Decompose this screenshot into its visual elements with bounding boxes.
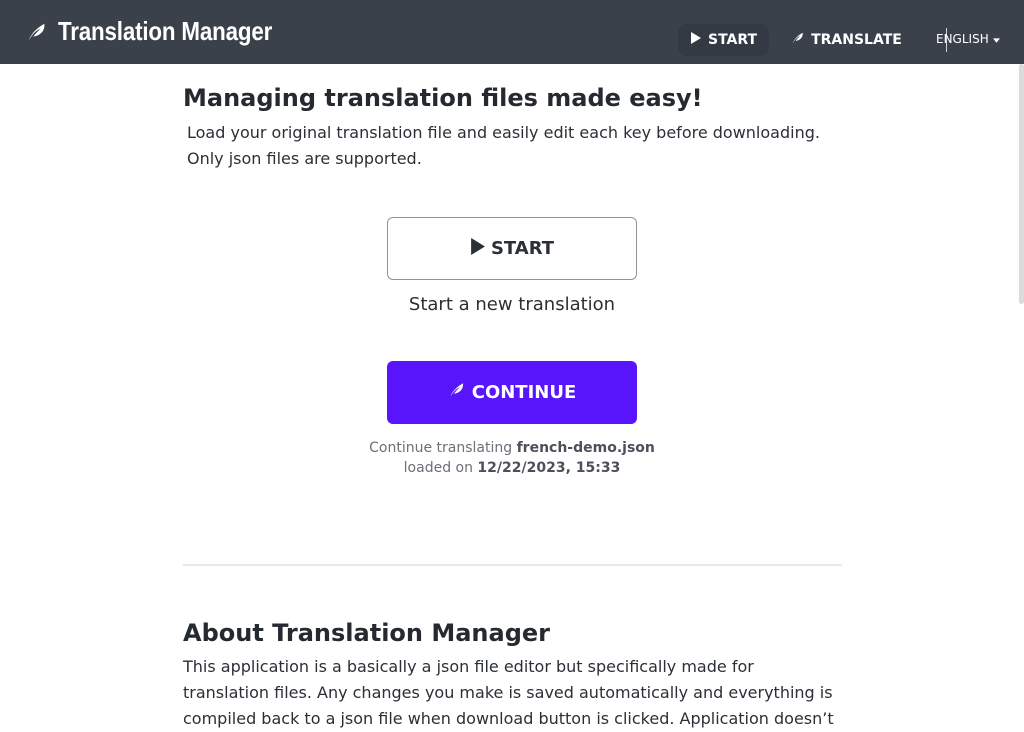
feather-icon bbox=[448, 381, 466, 404]
intro-text: Load your original translation file and … bbox=[187, 120, 827, 172]
play-icon bbox=[470, 237, 485, 260]
start-caption: Start a new translation bbox=[408, 294, 616, 315]
loaded-prefix: loaded on bbox=[403, 460, 478, 476]
language-label: ENGLISH bbox=[936, 32, 989, 46]
intro-line-1: Load your original translation file and … bbox=[187, 123, 820, 142]
loaded-date-line: loaded on 12/22/2023, 15:33 bbox=[337, 458, 687, 478]
main-nav: START TRANSLATE bbox=[678, 24, 947, 56]
page-headline: Managing translation files made easy! bbox=[183, 84, 703, 112]
feather-icon bbox=[791, 31, 805, 49]
feather-icon bbox=[26, 21, 48, 43]
start-button[interactable]: START bbox=[387, 217, 637, 280]
continue-button[interactable]: CONTINUE bbox=[387, 361, 637, 424]
continue-filename: french-demo.json bbox=[516, 440, 655, 456]
nav-translate-label: TRANSLATE bbox=[811, 32, 902, 48]
main-content: Managing translation files made easy! Lo… bbox=[183, 64, 843, 728]
about-title: About Translation Manager bbox=[183, 619, 550, 647]
play-icon bbox=[690, 32, 702, 48]
continue-button-label: CONTINUE bbox=[471, 382, 577, 403]
continue-info: Continue translating french-demo.json lo… bbox=[337, 438, 687, 478]
nav-translate-button[interactable]: TRANSLATE bbox=[779, 24, 914, 56]
intro-line-2: Only json files are supported. bbox=[187, 149, 422, 168]
app-title: Translation Manager bbox=[58, 16, 273, 46]
language-dropdown[interactable]: ENGLISH bbox=[936, 32, 1000, 46]
scrollbar-thumb[interactable] bbox=[1019, 64, 1024, 304]
continue-file-line: Continue translating french-demo.json bbox=[337, 438, 687, 458]
section-divider bbox=[183, 564, 842, 566]
top-navbar: Translation Manager START TRANSLATE ENGL… bbox=[0, 0, 1024, 64]
nav-start-button[interactable]: START bbox=[678, 24, 770, 56]
start-button-label: START bbox=[490, 238, 555, 259]
caret-down-icon bbox=[992, 32, 1000, 46]
about-text: This application is a basically a json f… bbox=[183, 657, 834, 728]
nav-start-label: START bbox=[708, 32, 758, 48]
brand[interactable]: Translation Manager bbox=[26, 16, 307, 47]
loaded-date: 12/22/2023, 15:33 bbox=[477, 460, 621, 476]
continue-prefix: Continue translating bbox=[369, 440, 517, 456]
